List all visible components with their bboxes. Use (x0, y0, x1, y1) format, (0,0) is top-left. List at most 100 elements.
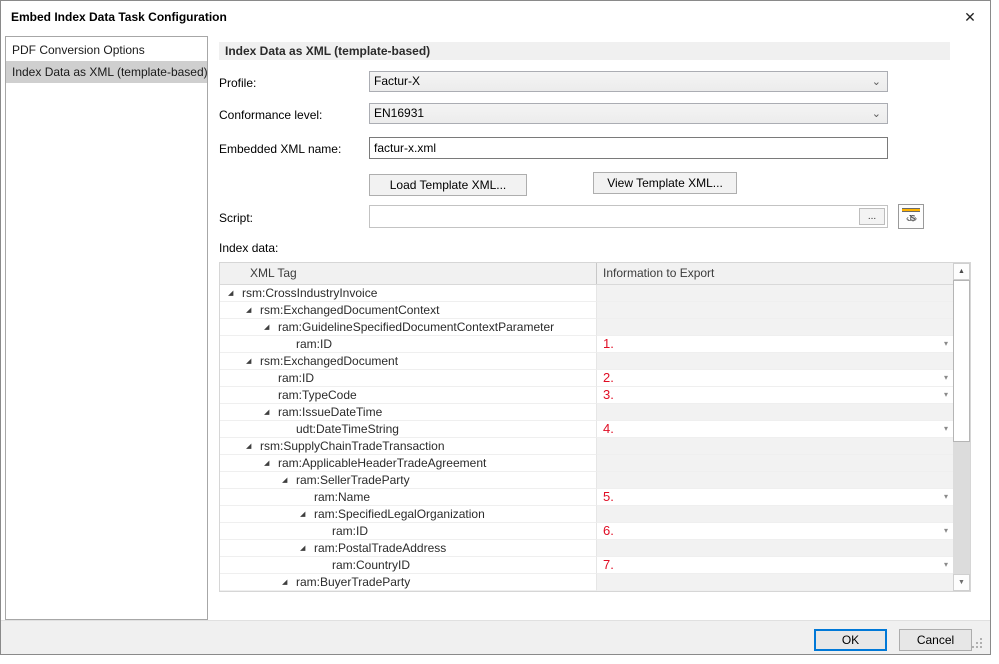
view-template-xml-button[interactable]: View Template XML... (593, 172, 737, 194)
xml-tag-label: ram:ID (278, 371, 314, 386)
xml-tag-label: ram:ID (332, 524, 368, 539)
cell-dropdown-arrow-icon[interactable]: ▾ (944, 370, 948, 386)
table-row[interactable]: ◢rsm:CrossIndustryInvoice (220, 285, 953, 302)
index-data-label: Index data: (219, 241, 278, 255)
cell-dropdown-arrow-icon[interactable]: ▾ (944, 336, 948, 352)
tree-expander-icon[interactable]: ◢ (300, 510, 305, 518)
information-to-export-cell[interactable]: 2.▾ (597, 370, 953, 387)
scrollbar-thumb[interactable] (953, 280, 970, 442)
column-header-information-to-export[interactable]: Information to Export (597, 263, 953, 284)
tree-expander-icon[interactable]: ◢ (264, 459, 269, 467)
information-to-export-cell[interactable]: 7.▾ (597, 557, 953, 574)
xml-tag-label: ram:BuyerTradeParty (296, 575, 410, 590)
footer-bar: OK Cancel (1, 620, 990, 654)
table-row[interactable]: udt:DateTimeString4.▾ (220, 421, 953, 438)
profile-select[interactable]: Factur-X ⌄ (369, 71, 888, 92)
conformance-select[interactable]: EN16931 ⌄ (369, 103, 888, 124)
embedded-xml-name-label: Embedded XML name: (219, 142, 341, 156)
load-template-xml-button[interactable]: Load Template XML... (369, 174, 527, 196)
xml-tag-cell[interactable]: ◢ ram:BuyerTradeParty (220, 574, 597, 591)
information-to-export-cell-disabled (597, 319, 953, 336)
cell-dropdown-arrow-icon[interactable]: ▾ (944, 523, 948, 539)
cell-dropdown-arrow-icon[interactable]: ▾ (944, 387, 948, 403)
xml-tag-cell[interactable]: ◢rsm:CrossIndustryInvoice (220, 285, 597, 302)
tree-expander-icon[interactable]: ◢ (246, 442, 251, 450)
xml-tag-label: ram:CountryID (332, 558, 410, 573)
tree-expander-icon[interactable]: ◢ (246, 357, 251, 365)
table-row[interactable]: ◢ rsm:ExchangedDocumentContext (220, 302, 953, 319)
xml-tag-cell[interactable]: ◢ rsm:ExchangedDocumentContext (220, 302, 597, 319)
information-to-export-cell[interactable]: 6.▾ (597, 523, 953, 540)
table-row[interactable]: ◢ram:GuidelineSpecifiedDocumentContextPa… (220, 319, 953, 336)
information-to-export-cell[interactable]: 5. ▾ (597, 489, 953, 506)
xml-tag-label: rsm:ExchangedDocumentContext (260, 303, 439, 318)
export-number: 1. (603, 336, 614, 351)
xml-tag-label: ram:SpecifiedLegalOrganization (314, 507, 485, 522)
table-row[interactable]: ◢ ram:BuyerTradeParty (220, 574, 953, 591)
cell-dropdown-arrow-icon[interactable]: ▾ (944, 557, 948, 573)
cell-dropdown-arrow-icon[interactable]: ▾ (944, 421, 948, 437)
table-row[interactable]: ◢ ram:SpecifiedLegalOrganization (220, 506, 953, 523)
xml-tag-cell[interactable]: ram:ID (220, 523, 597, 540)
tree-expander-icon[interactable]: ◢ (264, 408, 269, 416)
table-row[interactable]: ram:ID 2.▾ (220, 370, 953, 387)
xml-tag-cell[interactable]: ◢ram:IssueDateTime (220, 404, 597, 421)
export-number: 5. (603, 489, 614, 504)
table-row[interactable]: ram:TypeCode3.▾ (220, 387, 953, 404)
xml-tag-label: ram:PostalTradeAddress (314, 541, 446, 556)
script-label: Script: (219, 211, 253, 225)
resize-grip[interactable] (980, 646, 982, 648)
xml-tag-cell[interactable]: ◢ram:GuidelineSpecifiedDocumentContextPa… (220, 319, 597, 336)
tree-expander-icon[interactable]: ◢ (282, 578, 287, 586)
table-row[interactable]: ◢ram:SellerTradeParty (220, 472, 953, 489)
embedded-xml-name-input[interactable] (369, 137, 888, 159)
tree-expander-icon[interactable]: ◢ (228, 289, 233, 297)
information-to-export-cell[interactable]: 1. ▾ (597, 336, 953, 353)
table-row[interactable]: ◢ram:ApplicableHeaderTradeAgreement (220, 455, 953, 472)
xml-tag-cell[interactable]: ram:CountryID (220, 557, 597, 574)
column-header-xml-tag[interactable]: XML Tag (220, 263, 597, 284)
table-row[interactable]: ◢ram:IssueDateTime (220, 404, 953, 421)
section-title: Index Data as XML (template-based) (219, 42, 950, 60)
script-input[interactable]: ... (369, 205, 888, 228)
xml-tag-cell[interactable]: ram:Name (220, 489, 597, 506)
table-row[interactable]: ◢rsm:ExchangedDocument (220, 353, 953, 370)
table-row[interactable]: ram:ID 6.▾ (220, 523, 953, 540)
vertical-scrollbar[interactable]: ▲ ▼ (953, 263, 970, 591)
tree-expander-icon[interactable]: ◢ (246, 306, 251, 314)
xml-tag-cell[interactable]: ◢ ram:PostalTradeAddress (220, 540, 597, 557)
sidebar-item-pdf-conversion-options[interactable]: PDF Conversion Options (6, 39, 207, 61)
cell-dropdown-arrow-icon[interactable]: ▾ (944, 489, 948, 505)
information-to-export-cell-disabled (597, 404, 953, 421)
title-bar: Embed Index Data Task Configuration ✕ (1, 1, 990, 33)
ok-button[interactable]: OK (814, 629, 887, 651)
close-icon[interactable]: ✕ (956, 5, 984, 29)
sidebar-item-index-data-as-xml[interactable]: Index Data as XML (template-based) (6, 61, 207, 83)
scroll-down-icon[interactable]: ▼ (953, 574, 970, 591)
xml-tag-cell[interactable]: ram:TypeCode (220, 387, 597, 404)
table-row[interactable]: ◢rsm:SupplyChainTradeTransaction (220, 438, 953, 455)
information-to-export-cell[interactable]: 3.▾ (597, 387, 953, 404)
xml-tag-cell[interactable]: udt:DateTimeString (220, 421, 597, 438)
table-row[interactable]: ◢ ram:PostalTradeAddress (220, 540, 953, 557)
table-row[interactable]: ram:Name 5. ▾ (220, 489, 953, 506)
xml-tag-cell[interactable]: ◢rsm:ExchangedDocument (220, 353, 597, 370)
xml-tag-cell[interactable]: ◢rsm:SupplyChainTradeTransaction (220, 438, 597, 455)
table-rows: ◢rsm:CrossIndustryInvoice◢rsm:ExchangedD… (220, 285, 953, 591)
xml-tag-cell[interactable]: ◢ ram:SpecifiedLegalOrganization (220, 506, 597, 523)
script-editor-button[interactable]: ‹J$› (898, 204, 924, 229)
xml-tag-cell[interactable]: ◢ram:SellerTradeParty (220, 472, 597, 489)
tree-expander-icon[interactable]: ◢ (300, 544, 305, 552)
tree-expander-icon[interactable]: ◢ (282, 476, 287, 484)
cancel-button[interactable]: Cancel (899, 629, 972, 651)
script-browse-button[interactable]: ... (859, 208, 885, 225)
xml-tag-cell[interactable]: ◢ram:ApplicableHeaderTradeAgreement (220, 455, 597, 472)
information-to-export-cell-disabled (597, 540, 953, 557)
table-row[interactable]: ram:ID 1. ▾ (220, 336, 953, 353)
information-to-export-cell[interactable]: 4.▾ (597, 421, 953, 438)
table-row[interactable]: ram:CountryID 7.▾ (220, 557, 953, 574)
tree-expander-icon[interactable]: ◢ (264, 323, 269, 331)
xml-tag-cell[interactable]: ram:ID (220, 336, 597, 353)
xml-tag-cell[interactable]: ram:ID (220, 370, 597, 387)
scroll-up-icon[interactable]: ▲ (953, 263, 970, 280)
